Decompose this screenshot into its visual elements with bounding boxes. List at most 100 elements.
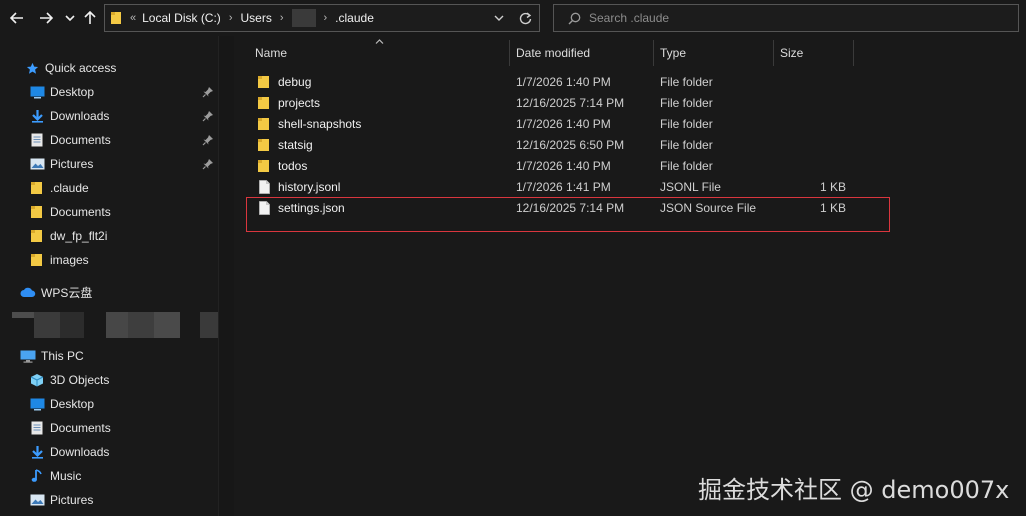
redacted-area	[12, 312, 34, 318]
sidebar-item-images[interactable]: images	[0, 249, 218, 271]
sidebar-item-pc-desktop[interactable]: Desktop	[0, 393, 218, 415]
file-row-shell-snapshots[interactable]: shell-snapshots 1/7/2026 1:40 PM File fo…	[248, 113, 888, 134]
sidebar-item-this-pc[interactable]: This PC	[0, 345, 218, 367]
computer-icon	[20, 348, 36, 364]
sidebar-item-pc-downloads[interactable]: Downloads	[0, 441, 218, 463]
sidebar-item-pictures[interactable]: Pictures	[0, 153, 218, 175]
file-name: history.jsonl	[278, 179, 341, 194]
sidebar-item-pc-pictures[interactable]: Pictures	[0, 489, 218, 511]
column-header-type[interactable]: Type	[660, 40, 686, 66]
sidebar-label: Pictures	[50, 493, 94, 507]
sidebar-label: Downloads	[50, 109, 110, 123]
file-name-cell: todos	[256, 155, 307, 176]
sidebar-label: WPS云盘	[41, 285, 93, 300]
pin-icon	[202, 159, 213, 170]
column-divider[interactable]	[509, 40, 510, 66]
file-icon	[256, 179, 272, 195]
up-button[interactable]	[81, 8, 99, 28]
redacted-area	[106, 312, 128, 338]
sidebar-item-quick-access[interactable]: Quick access	[0, 57, 218, 79]
arrow-up-icon	[84, 11, 96, 24]
file-date: 12/16/2025 7:14 PM	[516, 95, 625, 110]
search-box[interactable]: Search .claude	[553, 4, 1019, 32]
file-name: shell-snapshots	[278, 116, 362, 131]
crumb-claude[interactable]: .claude	[335, 11, 374, 25]
music-note-icon	[29, 468, 45, 484]
file-date: 1/7/2026 1:40 PM	[516, 74, 611, 89]
desktop-icon	[29, 396, 45, 412]
file-name: statsig	[278, 137, 313, 152]
sidebar-label: dw_fp_flt2i	[50, 229, 108, 243]
sidebar-item-documents[interactable]: Documents	[0, 129, 218, 151]
sidebar-scrollbar[interactable]	[218, 36, 234, 516]
redacted-area	[128, 312, 154, 338]
file-date: 12/16/2025 6:50 PM	[516, 137, 625, 152]
sidebar-item-3d-objects[interactable]: 3D Objects	[0, 369, 218, 391]
redacted-area	[60, 312, 84, 338]
column-divider[interactable]	[653, 40, 654, 66]
file-row-todos[interactable]: todos 1/7/2026 1:40 PM File folder	[248, 155, 888, 176]
recent-locations-button[interactable]	[61, 8, 79, 28]
sidebar-item-downloads[interactable]: Downloads	[0, 105, 218, 127]
file-list: Name Date modified Type Size debug 1/7/2…	[236, 36, 1026, 516]
column-header-date[interactable]: Date modified	[516, 40, 590, 66]
cube-icon	[29, 372, 45, 388]
sidebar-item-dw-fp-flt2i[interactable]: dw_fp_flt2i	[0, 225, 218, 247]
file-row-projects[interactable]: projects 12/16/2025 7:14 PM File folder	[248, 92, 888, 113]
file-type: File folder	[660, 116, 713, 131]
column-header-name[interactable]: Name	[255, 40, 287, 66]
file-size	[810, 113, 846, 134]
sidebar-item-pc-documents[interactable]: Documents	[0, 417, 218, 439]
column-divider[interactable]	[773, 40, 774, 66]
sidebar-item-music[interactable]: Music	[0, 465, 218, 487]
address-dropdown-button[interactable]	[487, 15, 511, 22]
file-date: 1/7/2026 1:40 PM	[516, 116, 611, 131]
watermark-text: 掘金技术社区 @ demo007x	[698, 476, 1010, 504]
file-name-cell: shell-snapshots	[256, 113, 361, 134]
refresh-button[interactable]	[511, 11, 539, 25]
file-row-history-jsonl[interactable]: history.jsonl 1/7/2026 1:41 PM JSONL Fil…	[248, 176, 888, 197]
file-date: 1/7/2026 1:41 PM	[516, 179, 611, 194]
file-row-statsig[interactable]: statsig 12/16/2025 6:50 PM File folder	[248, 134, 888, 155]
address-actions	[487, 5, 539, 31]
folder-icon	[256, 74, 272, 90]
column-divider[interactable]	[853, 40, 854, 66]
crumb-separator[interactable]: ›	[280, 12, 284, 24]
sidebar-item-documents-folder[interactable]: Documents	[0, 201, 218, 223]
folder-icon	[110, 11, 124, 25]
folder-icon	[29, 204, 45, 220]
sidebar-label: Documents	[50, 205, 111, 219]
crumb-separator[interactable]: ›	[229, 12, 233, 24]
crumb-local-disk[interactable]: Local Disk (C:)	[142, 11, 221, 25]
navigation-bar: « Local Disk (C:) › Users › › .claude Se…	[0, 0, 1026, 36]
sidebar-item-claude[interactable]: .claude	[0, 177, 218, 199]
column-header-size[interactable]: Size	[780, 40, 803, 66]
file-name: debug	[278, 74, 312, 89]
sidebar-label: Desktop	[50, 397, 95, 411]
folder-icon	[256, 137, 272, 153]
download-arrow-icon	[29, 108, 45, 124]
file-row-debug[interactable]: debug 1/7/2026 1:40 PM File folder	[248, 71, 888, 92]
crumb-users[interactable]: Users	[240, 11, 271, 25]
file-type: File folder	[660, 158, 713, 173]
sidebar-label: images	[50, 253, 89, 267]
back-button[interactable]	[8, 8, 26, 28]
search-placeholder[interactable]: Search .claude	[589, 11, 669, 25]
redacted-area	[154, 312, 180, 338]
highlight-annotation-box	[246, 197, 890, 232]
sidebar-item-desktop[interactable]: Desktop	[0, 81, 218, 103]
file-type: File folder	[660, 137, 713, 152]
star-icon	[24, 60, 40, 76]
arrow-left-icon	[10, 12, 23, 24]
sidebar-label: Music	[50, 469, 82, 483]
address-overflow[interactable]: «	[130, 12, 136, 24]
file-name: projects	[278, 95, 321, 110]
address-bar[interactable]: « Local Disk (C:) › Users › › .claude	[104, 4, 540, 32]
cloud-icon	[20, 284, 36, 300]
file-size	[810, 92, 846, 113]
redacted-username	[291, 9, 316, 27]
sidebar-item-wps-cloud[interactable]: WPS云盘	[0, 281, 218, 303]
folder-icon	[29, 228, 45, 244]
crumb-separator[interactable]: ›	[324, 12, 328, 24]
forward-button[interactable]	[37, 8, 55, 28]
